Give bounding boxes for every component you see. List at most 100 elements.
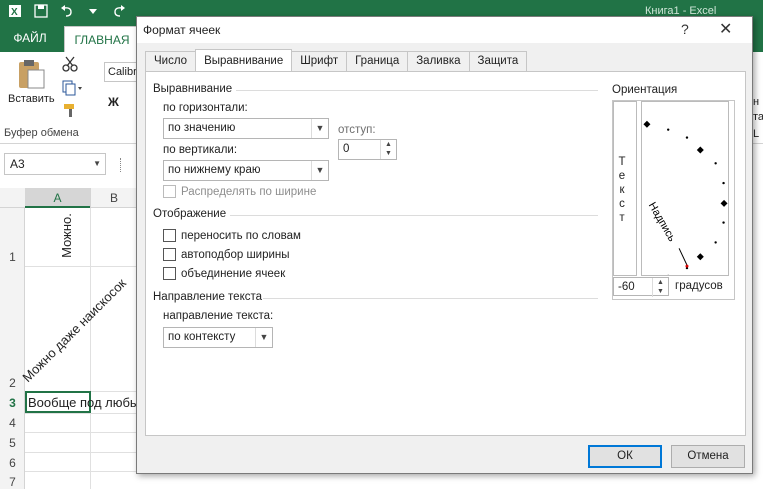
quick-access-toolbar: X <box>8 4 126 18</box>
row-header[interactable]: 5 <box>0 436 25 450</box>
row-header[interactable]: 2 <box>0 376 25 390</box>
cell-a3-text: Вообще под любым <box>28 395 149 410</box>
name-box-value: A3 <box>10 157 25 171</box>
section-divider <box>263 298 598 299</box>
cell-a2-text[interactable]: Можно даже наискосок <box>19 275 129 385</box>
spinner-buttons: ▲ ▼ <box>652 278 668 297</box>
gridline <box>25 266 137 267</box>
spin-up-icon[interactable]: ▲ <box>653 278 668 287</box>
undo-dropdown-icon[interactable] <box>86 4 100 18</box>
tab-alignment[interactable]: Выравнивание <box>195 49 293 71</box>
chevron-down-icon[interactable]: ▼ <box>311 161 328 180</box>
save-icon[interactable] <box>34 4 48 18</box>
column-header-b[interactable]: B <box>90 188 137 208</box>
row-header[interactable]: 7 <box>0 475 25 489</box>
chevron-down-icon[interactable]: ▼ <box>93 154 101 174</box>
format-painter-icon[interactable] <box>62 102 78 118</box>
merge-cells-label: объединение ячеек <box>181 267 286 280</box>
bold-button[interactable]: Ж <box>108 95 119 109</box>
ribbon-right-text: L <box>753 128 760 140</box>
dialog-title-bar[interactable] <box>137 17 752 43</box>
distribute-checkbox[interactable] <box>163 185 176 198</box>
format-cells-dialog: Формат ячеек ? ✕ Число Выравнивание Шриф… <box>136 16 753 474</box>
gridline <box>90 208 91 489</box>
merge-cells-checkbox[interactable] <box>163 267 176 280</box>
tab-font[interactable]: Шрифт <box>291 51 348 71</box>
distribute-label: Распределять по ширине <box>181 185 317 198</box>
row-header[interactable]: 4 <box>0 416 25 430</box>
dialog-tabs: Число Выравнивание Шрифт Граница Заливка… <box>145 49 528 71</box>
tab-fill[interactable]: Заливка <box>407 51 470 71</box>
degrees-label: градусов <box>675 280 723 292</box>
spin-down-icon[interactable]: ▼ <box>381 149 396 158</box>
copy-icon[interactable] <box>62 80 84 96</box>
help-icon[interactable]: ? <box>681 21 689 37</box>
vertical-select[interactable]: по нижнему краю ▼ <box>163 160 329 181</box>
direction-select-value: по контексту <box>168 331 236 343</box>
shrink-to-fit-checkbox[interactable] <box>163 248 176 261</box>
wrap-checkbox-row: переносить по словам <box>163 229 301 242</box>
merge-checkbox-row: объединение ячеек <box>163 267 285 280</box>
orientation-dial[interactable]: Надпись <box>641 101 729 276</box>
ribbon-right-text: та <box>753 111 763 123</box>
indent-label: отступ: <box>338 124 376 136</box>
cancel-button[interactable]: Отмена <box>671 445 745 468</box>
undo-icon[interactable] <box>60 4 74 18</box>
chevron-down-icon[interactable]: ▼ <box>255 328 272 347</box>
direction-label: направление текста: <box>163 310 274 322</box>
distribute-checkbox-row: Распределять по ширине <box>163 185 316 198</box>
gridline <box>25 471 137 472</box>
indent-value: 0 <box>343 143 350 155</box>
dial-text: Надпись <box>646 200 678 244</box>
redo-icon[interactable] <box>112 4 126 18</box>
formula-bar-separator <box>120 158 122 172</box>
display-section-title: Отображение <box>153 208 227 220</box>
horizontal-select-value: по значению <box>168 122 236 134</box>
tab-protection[interactable]: Защита <box>468 51 528 71</box>
tab-border[interactable]: Граница <box>346 51 409 71</box>
column-header-a[interactable]: A <box>25 188 90 208</box>
paste-icon[interactable] <box>15 58 47 90</box>
excel-logo-icon: X <box>9 5 21 18</box>
ok-button[interactable]: ОК <box>588 445 662 468</box>
spin-up-icon[interactable]: ▲ <box>381 140 396 149</box>
shrink-to-fit-label: автоподбор ширины <box>181 248 290 261</box>
cell-a1-text: Можно. <box>58 213 74 258</box>
degrees-spinner[interactable]: -60 ▲ ▼ <box>613 277 669 297</box>
svg-text:X: X <box>11 7 18 18</box>
horizontal-label: по горизонтали: <box>163 102 248 114</box>
row-header[interactable]: 3 <box>0 396 25 410</box>
tab-file[interactable]: ФАЙЛ <box>0 24 60 52</box>
row-header[interactable]: 1 <box>0 250 25 264</box>
dialog-title: Формат ячеек <box>143 23 221 37</box>
tab-home[interactable]: ГЛАВНАЯ <box>64 26 140 52</box>
tab-number[interactable]: Число <box>145 51 197 71</box>
shrink-checkbox-row: автоподбор ширины <box>163 248 290 261</box>
wrap-text-checkbox[interactable] <box>163 229 176 242</box>
name-box[interactable]: A3 ▼ <box>4 153 106 175</box>
clipboard-group-label: Буфер обмена <box>4 127 79 139</box>
spinner-buttons: ▲ ▼ <box>380 140 396 159</box>
orientation-section-title: Ориентация <box>612 84 678 96</box>
cell-a1[interactable]: Можно. <box>58 208 86 266</box>
direction-select[interactable]: по контексту ▼ <box>163 327 273 348</box>
gridline <box>25 452 137 453</box>
paste-button[interactable]: Вставить <box>8 93 55 105</box>
horizontal-select[interactable]: по значению ▼ <box>163 118 329 139</box>
alignment-section-title: Выравнивание <box>153 83 233 95</box>
row-header[interactable]: 6 <box>0 456 25 470</box>
section-divider <box>230 215 598 216</box>
close-icon[interactable]: ✕ <box>719 19 732 39</box>
cut-icon[interactable] <box>62 56 78 72</box>
vertical-text-label: Т е к с т <box>618 156 626 224</box>
indent-spinner[interactable]: 0 ▲ ▼ <box>338 139 397 160</box>
chevron-down-icon[interactable]: ▼ <box>311 119 328 138</box>
vertical-label: по вертикали: <box>163 144 238 156</box>
ribbon-right-text: н <box>753 96 760 108</box>
spin-down-icon[interactable]: ▼ <box>653 287 668 296</box>
gridline <box>25 413 137 414</box>
vertical-select-value: по нижнему краю <box>168 164 261 176</box>
gridline <box>25 432 137 433</box>
direction-section-title: Направление текста <box>153 291 263 303</box>
degrees-value: -60 <box>618 281 635 293</box>
